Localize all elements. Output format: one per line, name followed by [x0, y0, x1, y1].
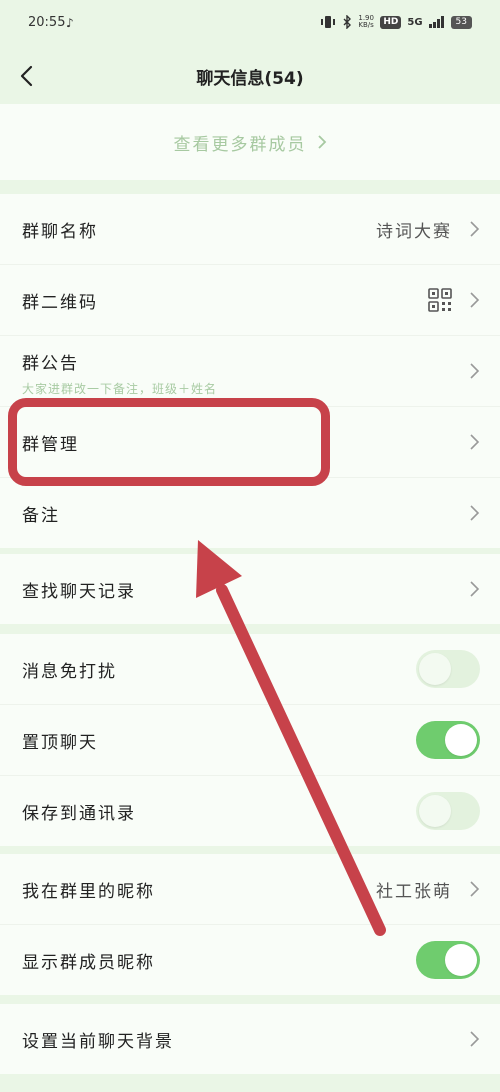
- search-history-row[interactable]: 查找聊天记录: [0, 554, 500, 624]
- save-contacts-label: 保存到通讯录: [22, 803, 136, 824]
- chevron-right-icon: [470, 505, 480, 521]
- show-nicknames-row: 显示群成员昵称: [0, 925, 500, 995]
- save-contacts-row: 保存到通讯录: [0, 776, 500, 846]
- my-nickname-row[interactable]: 我在群里的昵称 社工张萌: [0, 854, 500, 925]
- members-card: 查看更多群成员: [0, 104, 500, 180]
- vibrate-icon: [321, 16, 336, 28]
- view-more-members-button[interactable]: 查看更多群成员: [0, 104, 500, 180]
- qr-code-icon: [428, 288, 452, 312]
- search-history-label: 查找聊天记录: [22, 581, 136, 602]
- group-manage-label: 群管理: [22, 434, 79, 455]
- pin-label: 置顶聊天: [22, 732, 98, 753]
- toggle-knob: [419, 653, 451, 685]
- chevron-right-icon: [470, 221, 480, 237]
- toggle-knob: [445, 944, 477, 976]
- signal-icon: [428, 16, 444, 28]
- status-time: 20:55: [28, 15, 66, 30]
- group-manage-row[interactable]: 群管理: [0, 407, 500, 478]
- pin-toggle[interactable]: [416, 721, 480, 759]
- chat-background-label: 设置当前聊天背景: [22, 1031, 174, 1052]
- group-notice-label: 群公告: [22, 353, 79, 374]
- my-nickname-value: 社工张萌: [376, 881, 452, 902]
- battery-icon: 53: [450, 15, 472, 29]
- mute-row: 消息免打扰: [0, 634, 500, 705]
- search-card: 查找聊天记录: [0, 554, 500, 624]
- notification-icon: ♪: [66, 16, 74, 30]
- header: 聊天信息(54): [0, 52, 500, 100]
- chevron-right-icon: [470, 881, 480, 897]
- save-contacts-toggle[interactable]: [416, 792, 480, 830]
- mute-toggle[interactable]: [416, 650, 480, 688]
- toggle-knob: [445, 724, 477, 756]
- toggle-knob: [419, 795, 451, 827]
- group-name-label: 群聊名称: [22, 221, 98, 242]
- group-notice-preview: 大家进群改一下备注，班级＋姓名: [22, 382, 218, 396]
- chevron-right-icon: [317, 135, 326, 149]
- toggles-card: 消息免打扰 置顶聊天 保存到通讯录: [0, 634, 500, 846]
- chevron-right-icon: [470, 581, 480, 597]
- network-speed: 1.90 KB/s: [358, 14, 374, 29]
- bluetooth-icon: [343, 15, 352, 29]
- mute-label: 消息免打扰: [22, 661, 117, 682]
- background-card: 设置当前聊天背景: [0, 1004, 500, 1074]
- group-name-row[interactable]: 群聊名称 诗词大赛: [0, 194, 500, 265]
- chevron-right-icon: [470, 363, 480, 379]
- show-nicknames-toggle[interactable]: [416, 941, 480, 979]
- show-nicknames-label: 显示群成员昵称: [22, 952, 155, 973]
- view-more-members-label: 查看更多群成员: [173, 134, 307, 155]
- group-notice-row[interactable]: 群公告 大家进群改一下备注，班级＋姓名: [0, 336, 500, 407]
- nickname-card: 我在群里的昵称 社工张萌 显示群成员昵称: [0, 854, 500, 995]
- chevron-right-icon: [470, 434, 480, 450]
- page-title: 聊天信息(54): [196, 69, 304, 89]
- remark-row[interactable]: 备注: [0, 478, 500, 548]
- group-name-value: 诗词大赛: [376, 221, 452, 242]
- remark-label: 备注: [22, 505, 60, 526]
- group-settings-card: 群聊名称 诗词大赛 群二维码 群公告 大家进群改一下备注，班级＋姓名 群管理 备…: [0, 194, 500, 548]
- hd-badge: HD: [380, 15, 402, 29]
- group-qr-label: 群二维码: [22, 292, 98, 313]
- chevron-right-icon: [470, 1031, 480, 1047]
- group-qr-row[interactable]: 群二维码: [0, 265, 500, 336]
- chat-background-row[interactable]: 设置当前聊天背景: [0, 1004, 500, 1074]
- pin-row: 置顶聊天: [0, 705, 500, 776]
- my-nickname-label: 我在群里的昵称: [22, 881, 155, 902]
- status-icons: 1.90 KB/s HD 5G 53: [320, 13, 472, 31]
- status-bar: 20:55 ♪ 1.90 KB/s HD 5G 53: [0, 0, 500, 52]
- chevron-right-icon: [470, 292, 480, 308]
- network-type: 5G: [407, 16, 423, 28]
